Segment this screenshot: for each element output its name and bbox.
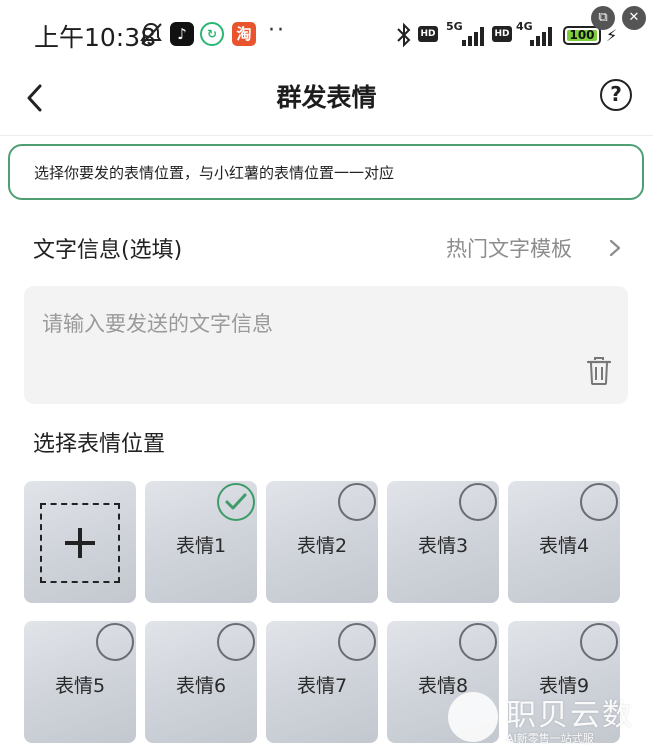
close-icon[interactable]: ✕ bbox=[622, 6, 646, 30]
add-emoji-tile[interactable] bbox=[24, 481, 136, 603]
hd-badge: HD bbox=[492, 26, 512, 42]
checkmark-icon bbox=[225, 493, 247, 510]
emoji-tile-label: 表情4 bbox=[538, 535, 590, 557]
watermark: 职贝云数 AI新零售一站式服 bbox=[446, 690, 653, 752]
watermark-logo bbox=[448, 692, 498, 742]
emoji-position-label: 选择表情位置 bbox=[33, 432, 166, 457]
watermark-title: 职贝云数 bbox=[506, 698, 634, 733]
emoji-tile[interactable]: 表情5 bbox=[24, 621, 136, 743]
radio-circle-icon[interactable] bbox=[580, 483, 618, 521]
emoji-tile[interactable]: 表情1 bbox=[145, 481, 257, 603]
message-input[interactable]: 请输入要发送的文字信息 bbox=[24, 286, 628, 404]
radio-circle-icon[interactable] bbox=[338, 483, 376, 521]
emoji-tile-label: 表情3 bbox=[417, 535, 469, 557]
emoji-tile[interactable]: 表情4 bbox=[508, 481, 620, 603]
plus-icon bbox=[65, 528, 95, 558]
trash-icon[interactable] bbox=[586, 356, 612, 386]
chevron-right-icon[interactable] bbox=[608, 238, 622, 258]
message-placeholder: 请输入要发送的文字信息 bbox=[42, 312, 273, 336]
text-info-label: 文字信息(选填) bbox=[33, 238, 183, 263]
window-icon[interactable]: ⧉ bbox=[591, 6, 615, 30]
tip-banner: 选择你要发的表情位置，与小红薯的表情位置一一对应 bbox=[8, 144, 644, 200]
tip-text: 选择你要发的表情位置，与小红薯的表情位置一一对应 bbox=[34, 164, 395, 182]
emoji-tile-label: 表情2 bbox=[296, 535, 348, 557]
bluetooth-icon bbox=[397, 22, 411, 48]
radio-circle-icon[interactable] bbox=[459, 623, 497, 661]
emoji-tile-label: 表情5 bbox=[54, 675, 106, 697]
radio-circle-icon[interactable] bbox=[338, 623, 376, 661]
page-title: 群发表情 bbox=[276, 83, 377, 112]
emoji-tile[interactable]: 表情7 bbox=[266, 621, 378, 743]
taobao-icon: 淘 bbox=[232, 22, 256, 46]
signal-icon bbox=[462, 27, 484, 46]
signal-icon bbox=[530, 27, 552, 46]
radio-circle-icon[interactable] bbox=[217, 623, 255, 661]
emoji-tile[interactable]: 表情3 bbox=[387, 481, 499, 603]
hd-badge: HD bbox=[418, 26, 438, 42]
chat-app-icon: ↻ bbox=[200, 22, 224, 46]
emoji-tile-label: 表情6 bbox=[175, 675, 227, 697]
nav-bar: 群发表情 ? bbox=[0, 70, 653, 136]
emoji-tile-label: 表情7 bbox=[296, 675, 348, 697]
status-bar: 上午10:38 ♪ ↻ 淘 ·· HD 5G HD 4G 100 ⚡ ⧉ ✕ bbox=[0, 0, 653, 70]
radio-circle-icon[interactable] bbox=[580, 623, 618, 661]
battery-level: 100 bbox=[569, 28, 595, 42]
battery-icon: 100 bbox=[563, 26, 601, 45]
check-circle-icon[interactable] bbox=[217, 483, 255, 521]
radio-circle-icon[interactable] bbox=[459, 483, 497, 521]
more-notifications-icon: ·· bbox=[268, 18, 286, 43]
tiktok-icon: ♪ bbox=[170, 22, 194, 46]
watermark-subtitle: AI新零售一站式服 bbox=[506, 732, 594, 745]
add-emoji-box bbox=[40, 503, 120, 583]
emoji-tile[interactable]: 表情6 bbox=[145, 621, 257, 743]
hot-template-link[interactable]: 热门文字模板 bbox=[446, 233, 572, 263]
emoji-tile[interactable]: 表情2 bbox=[266, 481, 378, 603]
bell-muted-icon bbox=[140, 22, 162, 45]
emoji-tile-label: 表情1 bbox=[175, 535, 227, 557]
radio-circle-icon[interactable] bbox=[96, 623, 134, 661]
help-icon[interactable]: ? bbox=[600, 79, 632, 111]
status-time: 上午10:38 bbox=[34, 23, 157, 52]
